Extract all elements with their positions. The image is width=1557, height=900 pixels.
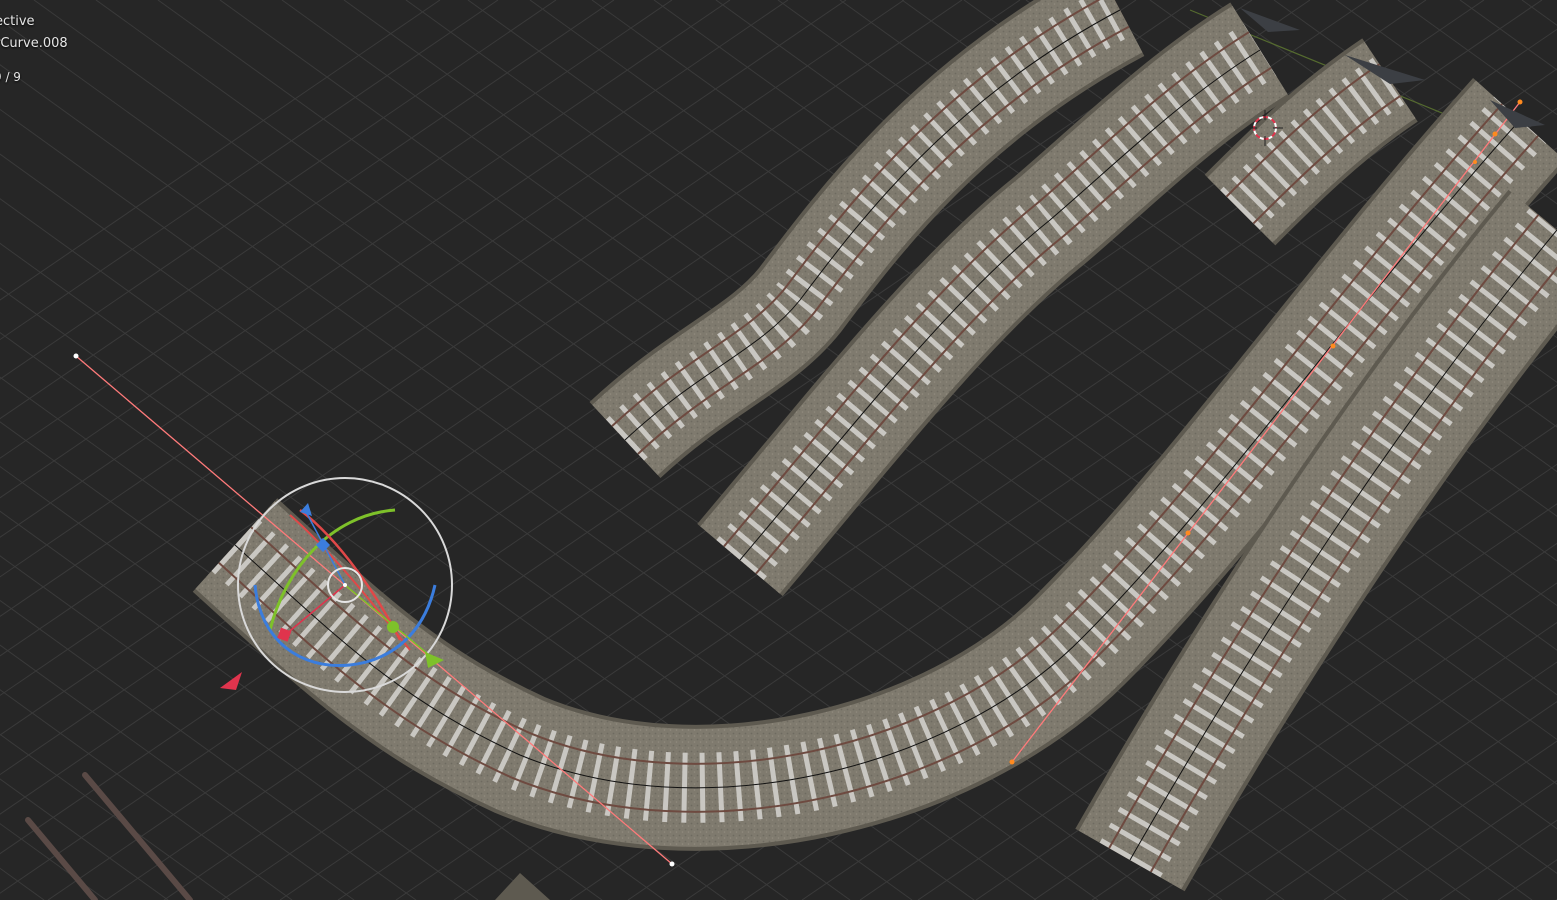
bezier-control-point[interactable] xyxy=(1185,530,1191,536)
active-object-name: rCurve.008 xyxy=(0,36,68,51)
selection-count: 9 / 9 xyxy=(0,70,21,84)
bezier-handle-point[interactable] xyxy=(1517,99,1523,105)
partial-rail-object[interactable] xyxy=(25,772,193,900)
bezier-control-point[interactable] xyxy=(1330,343,1336,349)
bezier-handle-point[interactable] xyxy=(1009,759,1015,765)
3d-viewport[interactable]: ective rCurve.008 9 / 9 xyxy=(0,0,1557,900)
view-mode-label: ective xyxy=(0,14,35,29)
bezier-control-point[interactable] xyxy=(1492,131,1498,137)
gizmo-x-arrow-icon[interactable] xyxy=(220,672,242,690)
gizmo-y-scale-handle[interactable] xyxy=(387,621,399,633)
scene-canvas[interactable] xyxy=(0,0,1557,900)
bezier-control-point[interactable] xyxy=(1473,160,1477,164)
bezier-handle-point[interactable] xyxy=(73,353,79,359)
partial-mesh[interactable] xyxy=(495,873,550,900)
gizmo-origin-point[interactable] xyxy=(343,583,347,587)
bezier-handle-point[interactable] xyxy=(669,861,675,867)
